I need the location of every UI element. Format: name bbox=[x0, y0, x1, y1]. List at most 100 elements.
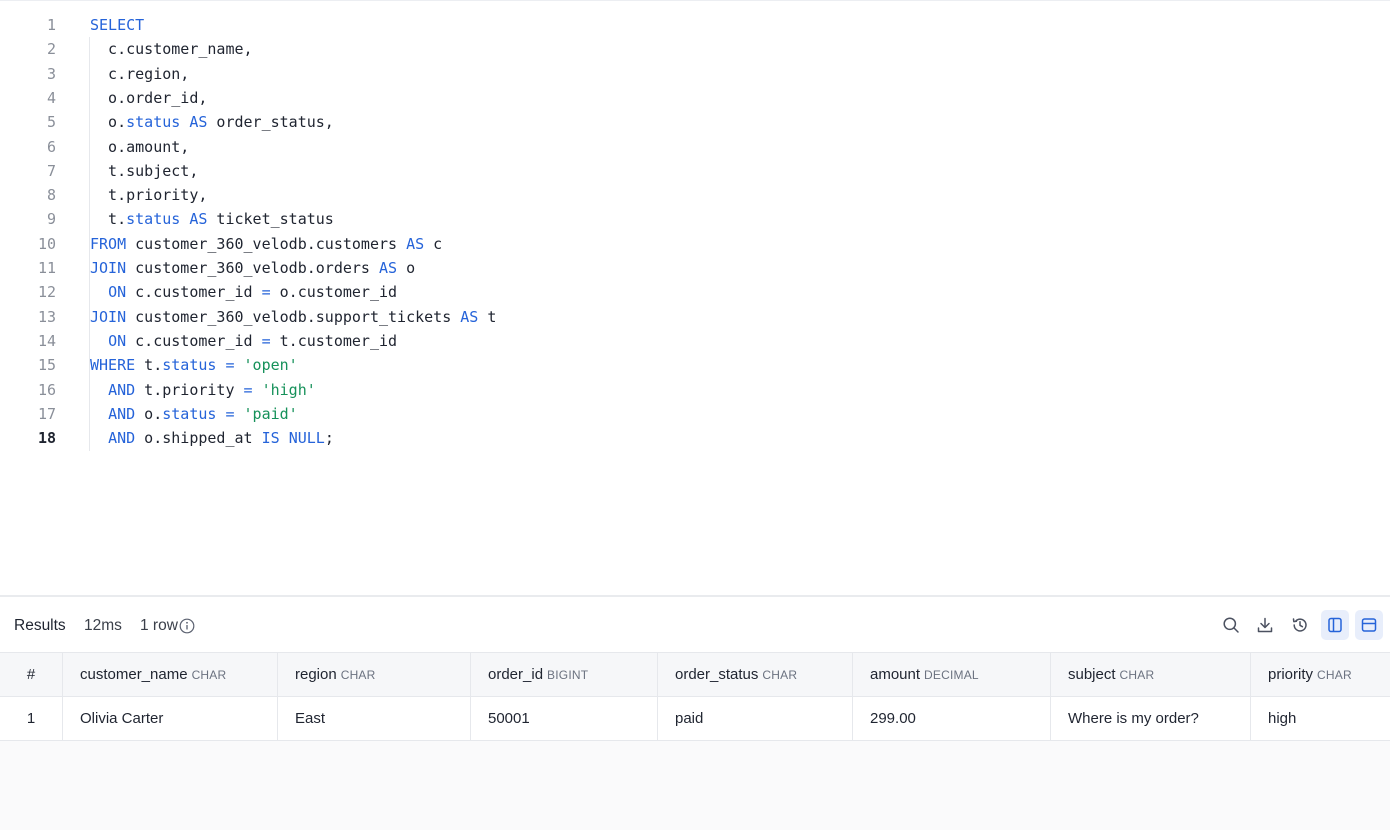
code-text: t.status AS ticket_status bbox=[90, 210, 334, 229]
info-icon[interactable] bbox=[179, 618, 195, 634]
column-header[interactable]: # bbox=[0, 653, 63, 696]
results-header: Results 12ms 1 row bbox=[0, 597, 1390, 652]
line-number: 1 bbox=[46, 16, 56, 34]
column-type: BIGINT bbox=[547, 667, 589, 682]
download-icon bbox=[1257, 617, 1273, 633]
results-tab-title[interactable]: Results bbox=[14, 617, 66, 635]
line-number: 6 bbox=[46, 137, 56, 156]
table-cell[interactable]: 50001 bbox=[471, 697, 658, 740]
code-text: o.status AS order_status, bbox=[90, 113, 334, 132]
code-text: c.customer_name, bbox=[90, 40, 253, 59]
line-number: 10 bbox=[37, 234, 56, 253]
column-type: CHAR bbox=[191, 667, 227, 682]
line-number: 3 bbox=[46, 64, 56, 83]
code-line[interactable]: 6 o.amount, bbox=[0, 135, 1390, 159]
code-line[interactable]: 10 FROM customer_360_velodb.customers AS … bbox=[0, 232, 1390, 256]
column-header[interactable]: order_status CHAR bbox=[658, 653, 853, 696]
code-text: SELECT bbox=[90, 16, 145, 34]
line-number: 9 bbox=[46, 210, 56, 229]
results-panel: Results 12ms 1 row # customer_name CHAR … bbox=[0, 595, 1390, 830]
history-button[interactable] bbox=[1286, 610, 1314, 640]
column-name: region bbox=[295, 666, 337, 683]
layout-bottom-button[interactable] bbox=[1355, 610, 1383, 640]
column-header[interactable]: region CHAR bbox=[278, 653, 471, 696]
code-text: AND o.shipped_at IS NULL; bbox=[108, 429, 334, 448]
code-line[interactable]: 16 AND t.priority = 'high' bbox=[0, 378, 1390, 402]
column-header[interactable]: subject CHAR bbox=[1051, 653, 1251, 696]
column-name: priority bbox=[1268, 666, 1314, 683]
code-text: c.region, bbox=[90, 64, 190, 83]
table-row[interactable]: 1 Olivia Carter East 50001 paid 299.00 Where i… bbox=[0, 697, 1390, 741]
code-text: AND t.priority = 'high' bbox=[108, 380, 316, 399]
code-line[interactable]: 2 c.customer_name, bbox=[0, 37, 1390, 61]
search-icon bbox=[1223, 617, 1239, 633]
line-number: 7 bbox=[46, 161, 56, 180]
column-header[interactable]: customer_name CHAR bbox=[63, 653, 278, 696]
history-icon bbox=[1292, 618, 1307, 632]
code-line[interactable]: 13 JOIN customer_360_velodb.support_ticke… bbox=[0, 305, 1390, 329]
column-header[interactable]: priority CHAR bbox=[1251, 653, 1390, 696]
code-text: JOIN customer_360_velodb.orders AS o bbox=[90, 259, 416, 277]
table-cell[interactable]: high bbox=[1251, 697, 1390, 740]
table-cell[interactable]: Olivia Carter bbox=[63, 697, 278, 740]
code-text: ON c.customer_id = t.customer_id bbox=[108, 331, 398, 350]
code-line[interactable]: 12 ON c.customer_id = o.customer_id bbox=[0, 280, 1390, 304]
code-line[interactable]: 1 SELECT bbox=[0, 13, 1390, 37]
row-count: 1 row bbox=[140, 617, 178, 634]
code-line[interactable]: 11 JOIN customer_360_velodb.orders AS o bbox=[0, 256, 1390, 280]
code-text: t.subject, bbox=[90, 161, 199, 180]
line-number: 8 bbox=[46, 186, 56, 205]
column-type: DECIMAL bbox=[924, 667, 979, 682]
column-name: amount bbox=[870, 666, 921, 683]
code-text: ON c.customer_id = o.customer_id bbox=[108, 283, 398, 302]
column-name: order_id bbox=[488, 666, 544, 683]
line-number: 18 bbox=[37, 429, 56, 448]
code-line[interactable]: 18 AND o.shipped_at IS NULL; bbox=[0, 426, 1390, 450]
code-line[interactable]: 17 AND o.status = 'paid' bbox=[0, 402, 1390, 426]
table-cell[interactable]: 1 bbox=[0, 697, 63, 740]
column-type: CHAR bbox=[1317, 667, 1352, 682]
table-cell[interactable]: paid bbox=[658, 697, 853, 740]
code-text: FROM customer_360_velodb.customers AS c bbox=[90, 234, 443, 253]
column-type: CHAR bbox=[340, 667, 376, 682]
code-line[interactable]: 5 o.status AS order_status, bbox=[0, 110, 1390, 134]
line-number: 2 bbox=[46, 40, 56, 59]
column-type: CHAR bbox=[1119, 667, 1155, 682]
line-number: 11 bbox=[37, 259, 56, 277]
split-vertical-icon bbox=[1328, 617, 1342, 633]
line-number: 15 bbox=[37, 356, 56, 375]
code-line[interactable]: 7 t.subject, bbox=[0, 159, 1390, 183]
column-header[interactable]: order_id BIGINT bbox=[471, 653, 658, 696]
code-text: WHERE t.status = 'open' bbox=[90, 356, 298, 375]
code-line[interactable]: 9 t.status AS ticket_status bbox=[0, 207, 1390, 231]
code-line[interactable]: 15 WHERE t.status = 'open' bbox=[0, 353, 1390, 377]
column-type: CHAR bbox=[762, 667, 798, 682]
search-button[interactable] bbox=[1217, 610, 1245, 640]
line-number: 13 bbox=[37, 307, 56, 326]
line-number: 17 bbox=[37, 404, 56, 423]
line-number: 16 bbox=[37, 380, 56, 399]
layout-side-button[interactable] bbox=[1321, 610, 1349, 640]
code-text: JOIN customer_360_velodb.support_tickets… bbox=[90, 307, 497, 326]
download-button[interactable] bbox=[1251, 610, 1279, 640]
line-number: 5 bbox=[46, 113, 56, 132]
line-number: 12 bbox=[37, 283, 56, 302]
table-cell[interactable]: 299.00 bbox=[853, 697, 1051, 740]
query-duration: 12ms bbox=[84, 617, 122, 634]
code-line[interactable]: 8 t.priority, bbox=[0, 183, 1390, 207]
sql-editor[interactable]: 1 SELECT 2 c.customer_name, 3 c.region, 4 o.… bbox=[0, 0, 1390, 595]
table-header: # customer_name CHAR region CHAR order_id BIGI… bbox=[0, 652, 1390, 697]
line-number: 14 bbox=[37, 331, 56, 350]
line-number: 4 bbox=[46, 88, 56, 107]
column-header[interactable]: amount DECIMAL bbox=[853, 653, 1051, 696]
code-line[interactable]: 3 c.region, bbox=[0, 62, 1390, 86]
column-name: # bbox=[26, 666, 36, 683]
table-cell[interactable]: East bbox=[278, 697, 471, 740]
code-text: o.order_id, bbox=[90, 88, 208, 107]
code-line[interactable]: 14 ON c.customer_id = t.customer_id bbox=[0, 329, 1390, 353]
table-cell[interactable]: Where is my order? bbox=[1051, 697, 1251, 740]
split-horizontal-icon bbox=[1361, 618, 1377, 632]
code-text: o.amount, bbox=[90, 137, 190, 156]
code-text: t.priority, bbox=[90, 186, 208, 205]
code-line[interactable]: 4 o.order_id, bbox=[0, 86, 1390, 110]
